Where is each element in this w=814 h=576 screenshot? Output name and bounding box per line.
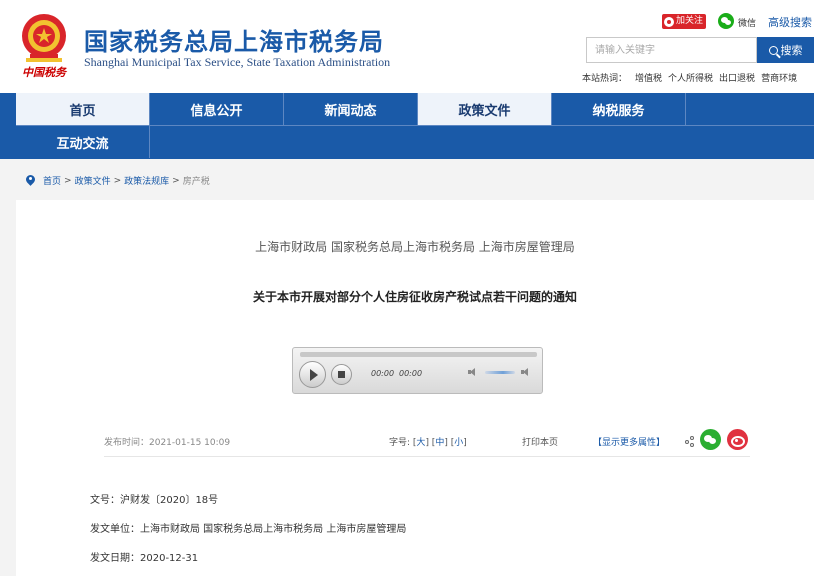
advanced-search-link[interactable]: 高级搜索: [768, 14, 812, 30]
site-subtitle: Shanghai Municipal Tax Service, State Ta…: [84, 55, 391, 69]
font-size-medium[interactable]: 中: [435, 438, 444, 448]
national-emblem-icon: [22, 14, 66, 62]
nav-item-policy[interactable]: 政策文件: [418, 93, 552, 125]
hot-word-link[interactable]: 营商环境: [761, 71, 797, 84]
nav-item-interaction[interactable]: 互动交流: [16, 126, 150, 158]
breadcrumb-separator: >: [172, 175, 180, 186]
hot-words: 本站热词： 增值税 个人所得税 出口退税 营商环境: [582, 71, 803, 84]
breadcrumb-separator: >: [113, 175, 122, 186]
nav-item-info-disclosure[interactable]: 信息公开: [150, 93, 284, 125]
font-size-control: 字号: [大] [中] [小]: [389, 438, 467, 448]
main-nav: 首页 信息公开 新闻动态 政策文件 纳税服务 互动交流: [0, 93, 814, 159]
volume-icon[interactable]: [521, 368, 531, 376]
font-size-small[interactable]: 小: [454, 438, 463, 448]
slogan-logo-text: 中国税务: [22, 66, 66, 79]
search-button[interactable]: 搜索: [757, 37, 814, 63]
site-header: 中国税务 国家税务总局上海市税务局 Shanghai Municipal Tax…: [0, 0, 814, 93]
hot-words-label: 本站热词：: [582, 74, 628, 84]
breadcrumb-home[interactable]: 首页: [43, 174, 61, 187]
print-button[interactable]: 打印本页: [522, 435, 558, 448]
issue-date: 发文日期：2020-12-31: [90, 553, 199, 564]
location-pin-icon: [26, 175, 35, 187]
audio-progress-track[interactable]: [300, 352, 537, 357]
breadcrumb-policy-library[interactable]: 政策法规库: [124, 174, 169, 187]
weibo-icon[interactable]: [727, 429, 748, 450]
issuing-units: 发文单位：上海市财政局 国家税务总局上海市税务局 上海市房屋管理局: [90, 524, 407, 535]
nav-item-home[interactable]: 首页: [16, 93, 150, 125]
search-icon: [768, 45, 778, 55]
article-title: 关于本市开展对部分个人住房征收房产税试点若干问题的通知: [252, 290, 577, 304]
play-icon[interactable]: [299, 361, 326, 388]
mute-icon[interactable]: [468, 368, 478, 376]
meta-divider: [104, 456, 750, 457]
hot-word-link[interactable]: 增值税: [635, 71, 662, 84]
show-more-attributes[interactable]: 【显示更多属性】: [593, 435, 665, 448]
stop-icon[interactable]: [331, 364, 352, 385]
article-meta: 发布时间：2021-01-15 10:09 字号: [大] [中] [小] 打印…: [104, 429, 750, 453]
font-size-large[interactable]: 大: [416, 438, 425, 448]
search-button-label: 搜索: [780, 44, 803, 57]
breadcrumb-current: 房产税: [182, 177, 210, 187]
font-size-label: 字号:: [389, 438, 411, 448]
article-panel: 上海市财政局 国家税务总局上海市税务局 上海市房屋管理局 关于本市开展对部分个人…: [16, 200, 814, 576]
follow-button[interactable]: 加关注: [662, 14, 707, 29]
wechat-icon[interactable]: [718, 13, 734, 29]
publish-time: 发布时间：2021-01-15 10:09: [104, 438, 231, 448]
eye-icon: [664, 16, 674, 27]
audio-player: 00:00 00:00: [292, 347, 543, 394]
doc-number: 文号：沪财发〔2020〕18号: [90, 495, 219, 506]
breadcrumb-separator: >: [64, 175, 72, 186]
search-input[interactable]: [586, 37, 757, 63]
breadcrumb: 首页 > 政策文件 > 政策法规库 > 房产税: [26, 174, 210, 187]
article-issuers: 上海市财政局 国家税务总局上海市税务局 上海市房屋管理局: [255, 240, 575, 254]
wechat-share-icon[interactable]: [700, 429, 721, 450]
site-title[interactable]: 国家税务总局上海市税务局: [84, 22, 384, 57]
audio-current-time: 00:00: [371, 369, 395, 378]
volume-slider[interactable]: [485, 371, 515, 374]
nav-item-tax-service[interactable]: 纳税服务: [552, 93, 686, 125]
share-icon[interactable]: [685, 436, 696, 447]
breadcrumb-policy[interactable]: 政策文件: [75, 174, 111, 187]
hot-word-link[interactable]: 个人所得税: [668, 71, 713, 84]
nav-item-news[interactable]: 新闻动态: [284, 93, 418, 125]
wechat-link[interactable]: 微信: [738, 16, 756, 29]
follow-label: 加关注: [676, 16, 704, 26]
hot-word-link[interactable]: 出口退税: [719, 71, 755, 84]
audio-duration: 00:00: [399, 369, 423, 378]
